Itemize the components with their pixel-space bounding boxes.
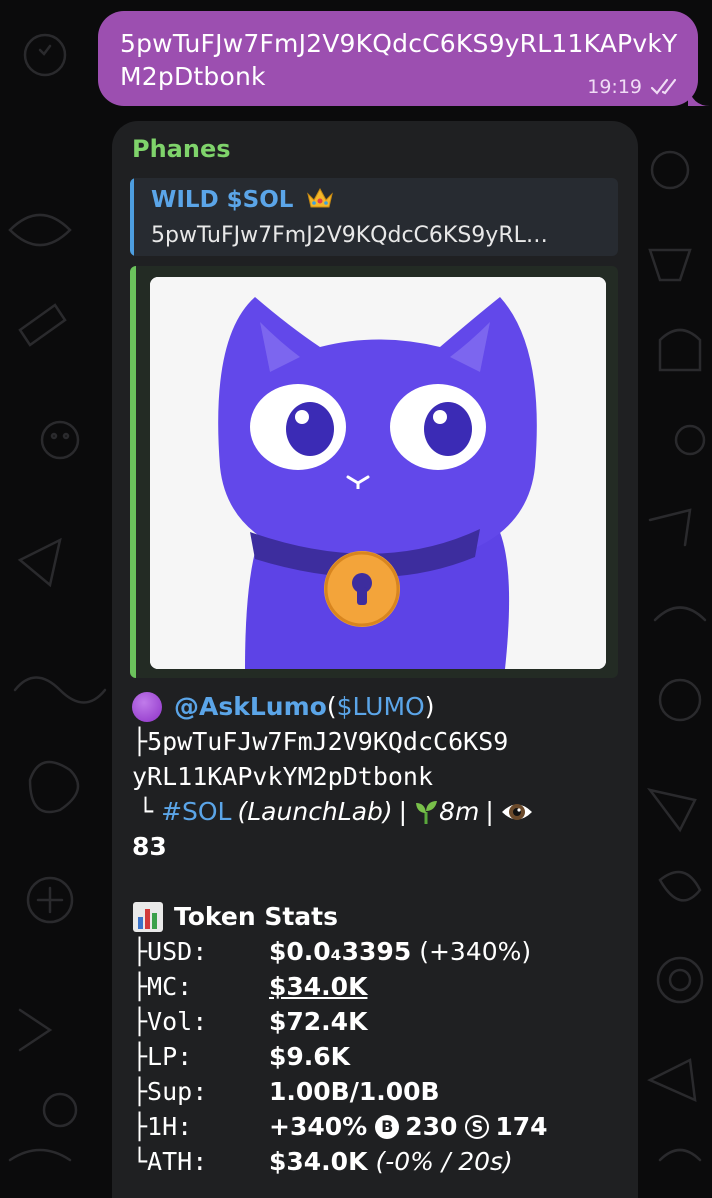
stat-row-usd: ├USD: $0.0₄3395 (+340%) bbox=[132, 934, 632, 969]
seedling-icon bbox=[416, 800, 438, 824]
stat-value-link[interactable]: $34.0K bbox=[269, 969, 367, 1004]
stat-value: $34.0K bbox=[269, 1147, 368, 1176]
stat-key: ├Sup: bbox=[132, 1077, 208, 1106]
address-text-1: 5pwTuFJw7FmJ2V9KQdcC6KS9 bbox=[147, 727, 509, 756]
stat-row-sup: ├Sup: 1.00B/1.00B bbox=[132, 1074, 632, 1109]
sells-count: 174 bbox=[495, 1112, 548, 1141]
stat-row-lp: ├LP: $9.6K bbox=[132, 1039, 632, 1074]
token-handle-link[interactable]: @AskLumo bbox=[174, 689, 327, 724]
stat-row-vol: ├Vol: $72.4K bbox=[132, 1004, 632, 1039]
stats-title: Token Stats bbox=[174, 902, 338, 931]
reply-quote-bar bbox=[130, 178, 134, 256]
eye-icon bbox=[501, 803, 532, 820]
reply-title-text: WILD $SOL bbox=[151, 187, 294, 213]
double-check-icon bbox=[650, 78, 677, 95]
message-time: 19:19 bbox=[587, 76, 642, 98]
bar-chart-icon bbox=[133, 901, 163, 932]
link-preview[interactable] bbox=[130, 266, 618, 678]
stats-title-row: Token Stats bbox=[132, 899, 632, 934]
stat-key: ├Vol: bbox=[132, 1007, 208, 1036]
stat-row-mc: ├MC: $34.0K bbox=[132, 969, 632, 1004]
buys-badge-icon: B bbox=[375, 1114, 400, 1139]
cat-mascot-image bbox=[150, 277, 606, 669]
platform-label: (LaunchLab) bbox=[237, 797, 393, 826]
reply-quote[interactable]: WILD $SOL 5pwTuFJw7FmJ2V9KQdcC6KS9yRL… bbox=[130, 178, 618, 256]
meta-prefix: └ bbox=[138, 797, 154, 826]
stat-key: ├1H: bbox=[132, 1112, 193, 1141]
ticker-open: ( bbox=[326, 692, 337, 721]
ticker-close: ) bbox=[424, 692, 435, 721]
token-address-line1[interactable]: ├ 5pwTuFJw7FmJ2V9KQdcC6KS9 bbox=[132, 724, 632, 759]
reply-title: WILD $SOL bbox=[151, 186, 335, 213]
stat-key: ├USD: bbox=[132, 937, 208, 966]
link-preview-bar bbox=[130, 266, 136, 678]
stat-extra: (-0% / 20s) bbox=[375, 1147, 513, 1176]
purple-circle-icon bbox=[132, 691, 162, 722]
view-count: 83 bbox=[132, 832, 167, 861]
buys-count: 230 bbox=[405, 1112, 458, 1141]
stat-value: 1.00B/1.00B bbox=[269, 1077, 440, 1106]
stat-row-1h: ├1H: +340% B 230 S 174 bbox=[132, 1109, 632, 1144]
token-address-line2[interactable]: yRL11KAPvkYM2pDtbonk bbox=[132, 759, 632, 794]
stat-value: $72.4K bbox=[269, 1007, 368, 1036]
preview-image[interactable] bbox=[150, 277, 606, 669]
reply-text: 5pwTuFJw7FmJ2V9KQdcC6KS9yRL… bbox=[151, 223, 548, 248]
separator: | bbox=[398, 797, 408, 826]
stat-key: ├MC: bbox=[132, 972, 193, 1001]
stat-value: +340% bbox=[269, 1112, 368, 1141]
stat-extra: (+340%) bbox=[419, 937, 532, 966]
sender-name[interactable]: Phanes bbox=[132, 135, 231, 163]
token-age: 8m bbox=[439, 797, 480, 826]
token-header: @AskLumo ( $LUMO ) bbox=[132, 689, 632, 724]
token-details: @AskLumo ( $LUMO ) ├ 5pwTuFJw7FmJ2V9KQdc… bbox=[132, 689, 632, 1179]
address-prefix: ├ bbox=[132, 727, 148, 756]
chain-hashtag[interactable]: #SOL bbox=[161, 794, 231, 829]
crown-icon bbox=[307, 187, 334, 208]
separator: | bbox=[485, 797, 494, 826]
incoming-message[interactable]: Phanes WILD $SOL 5pwTuFJw7FmJ2V9KQdcC6KS… bbox=[112, 121, 638, 1198]
stat-value: $0.0₄3395 bbox=[269, 937, 412, 966]
sells-badge-icon: S bbox=[465, 1114, 490, 1139]
stat-value: $9.6K bbox=[269, 1042, 351, 1071]
stat-key: └ATH: bbox=[132, 1147, 208, 1176]
address-text-2: yRL11KAPvkYM2pDtbonk bbox=[132, 762, 434, 791]
stat-key: ├LP: bbox=[132, 1042, 193, 1071]
stat-row-ath: └ATH: $34.0K (-0% / 20s) bbox=[132, 1144, 632, 1179]
outgoing-message-meta: 19:19 bbox=[587, 76, 682, 98]
outgoing-message[interactable]: 5pwTuFJw7FmJ2V9KQdcC6KS9yRL11KAPvkYM2pDt… bbox=[98, 11, 698, 106]
token-meta-row: └ #SOL (LaunchLab) | 8m | bbox=[132, 794, 632, 829]
ticker-link[interactable]: $LUMO bbox=[337, 689, 425, 724]
